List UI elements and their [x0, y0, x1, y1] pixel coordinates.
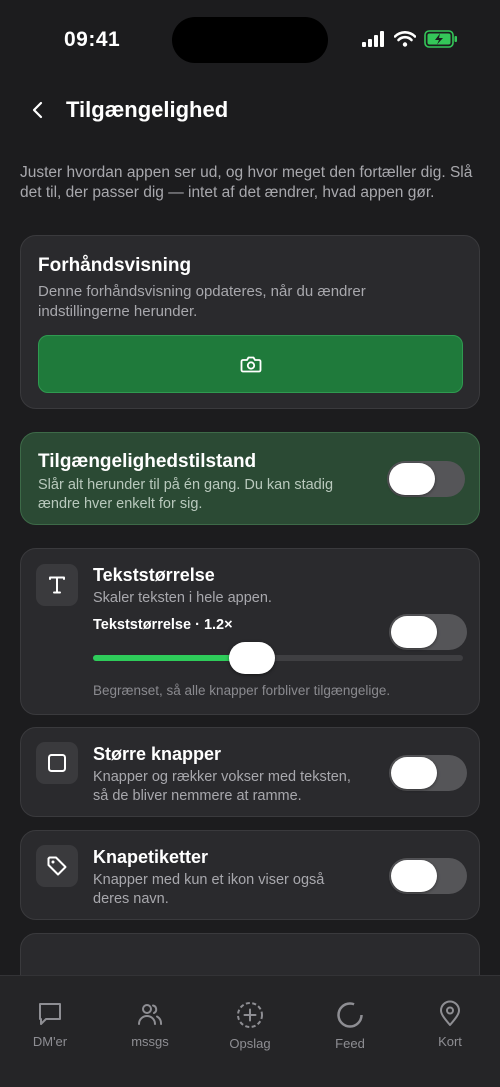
square-icon — [48, 754, 66, 772]
button-labels-title: Knapetiketter — [93, 847, 209, 867]
camera-icon — [240, 356, 261, 373]
text-size-icon-tile — [36, 564, 78, 606]
signal-bars-icon — [362, 31, 384, 47]
toggle-knob — [391, 860, 437, 892]
accessibility-mode-toggle[interactable] — [387, 461, 465, 497]
preview-description: Denne forhåndsvisning opdateres, når du … — [38, 283, 366, 320]
circle-icon — [337, 1002, 363, 1028]
text-size-slider-label: Tekststørrelse · 1.2× — [93, 617, 233, 633]
accessibility-mode-card: Tilgængelighedstilstand Slår alt herunde… — [20, 432, 480, 525]
tab-label: DM'er — [32, 1034, 68, 1049]
text-size-slider[interactable] — [93, 642, 463, 674]
text-t-icon — [49, 576, 65, 594]
back-button[interactable] — [24, 96, 52, 124]
wifi-icon — [394, 31, 416, 47]
text-size-toggle[interactable] — [389, 614, 467, 650]
button-labels-icon-tile — [36, 845, 78, 887]
map-pin-icon — [440, 1000, 460, 1026]
dynamic-island — [172, 17, 328, 63]
button-labels-description: Knapper med kun et ikon viser også deres… — [93, 872, 325, 907]
tab-feed[interactable]: Feed — [310, 1000, 390, 1051]
toggle-knob — [391, 616, 437, 648]
status-time: 09:41 — [64, 28, 121, 51]
preview-box — [38, 335, 463, 393]
bigger-buttons-title: Større knapper — [93, 744, 222, 764]
page-title: Tilgængelighed — [66, 97, 229, 122]
tab-label: Feed — [335, 1036, 365, 1051]
preview-title: Forhåndsvisning — [38, 255, 192, 276]
text-size-description: Skaler teksten i hele appen. — [93, 590, 272, 606]
tab-dms[interactable]: DM'er — [10, 1000, 90, 1049]
text-size-title: Tekststørrelse — [93, 565, 215, 585]
slider-thumb[interactable] — [229, 642, 276, 674]
text-size-note: Begrænset, så alle knapper forbliver til… — [93, 683, 391, 698]
tab-mssgs[interactable]: mssgs — [110, 1000, 190, 1049]
people-icon — [138, 1004, 162, 1025]
button-labels-card: Knapetiketter Knapper med kun et ikon vi… — [20, 830, 480, 920]
tab-label: Opslag — [229, 1036, 271, 1051]
bigger-buttons-card: Større knapper Knapper og rækker vokser … — [20, 727, 480, 817]
bigger-buttons-toggle[interactable] — [389, 755, 467, 791]
bigger-buttons-description: Knapper og rækker vokser med teksten, så… — [93, 769, 351, 804]
status-bar: 09:41 — [0, 0, 500, 80]
accessibility-mode-title: Tilgængelighedstilstand — [38, 451, 257, 472]
chevron-left-icon — [32, 101, 43, 119]
tag-icon — [47, 856, 67, 876]
tab-label: mssgs — [131, 1034, 169, 1049]
text-size-card: Tekststørrelse Skaler teksten i hele app… — [20, 548, 480, 715]
chat-bubble-icon — [39, 1003, 61, 1025]
tab-label: Kort — [438, 1034, 462, 1049]
plus-circle-icon — [237, 1002, 263, 1028]
accessibility-mode-description: Slår alt herunder til på én gang. Du kan… — [38, 477, 334, 512]
battery-charging-icon — [424, 30, 457, 48]
preview-card: Forhåndsvisning Denne forhåndsvisning op… — [20, 235, 480, 409]
button-labels-toggle[interactable] — [389, 858, 467, 894]
toggle-knob — [389, 463, 435, 495]
tab-kort[interactable]: Kort — [410, 1000, 490, 1049]
nav-header: Tilgængelighed — [0, 88, 500, 134]
bigger-buttons-icon-tile — [36, 742, 78, 784]
tab-bar: DM'er mssgs Opslag Feed Kort — [0, 975, 500, 1087]
intro-text: Juster hvordan appen ser ud, og hvor meg… — [20, 164, 473, 201]
tab-opslag[interactable]: Opslag — [210, 1000, 290, 1051]
status-icons — [362, 30, 458, 48]
toggle-knob — [391, 757, 437, 789]
